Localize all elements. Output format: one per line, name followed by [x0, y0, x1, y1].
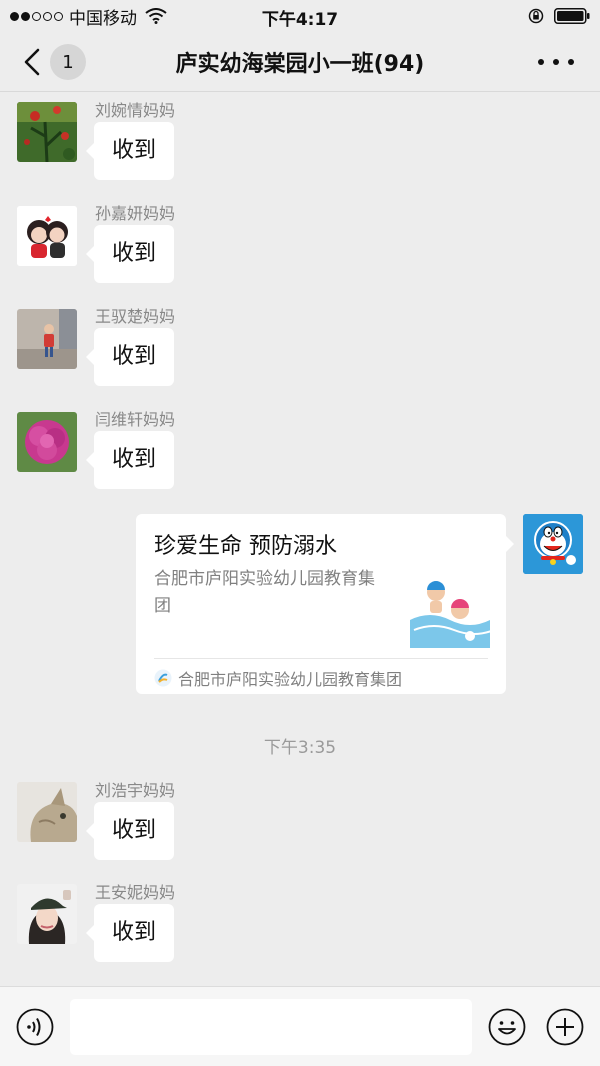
article-source: 合肥市庐阳实验幼儿园教育集团	[154, 666, 402, 690]
chevron-left-icon	[24, 48, 40, 76]
plus-icon[interactable]	[546, 1008, 584, 1046]
sender-name: 刘浩宇妈妈	[95, 781, 176, 800]
message-bubble[interactable]: 收到	[85, 431, 175, 489]
avatar[interactable]	[17, 206, 77, 266]
message-bubble[interactable]: 收到	[85, 802, 175, 860]
avatar[interactable]	[17, 412, 77, 472]
message-bubble[interactable]: 收到	[85, 904, 175, 962]
plant-photo-icon	[17, 102, 77, 162]
battery-icon	[554, 8, 590, 24]
input-bar	[0, 986, 600, 1066]
child-photo-icon	[17, 309, 77, 369]
avatar[interactable]	[17, 782, 77, 842]
status-time: 下午4:17	[261, 10, 339, 30]
my-avatar[interactable]	[523, 514, 583, 574]
swimming-kids-thumbnail	[410, 570, 490, 648]
status-bar: 中国移动 下午4:17	[0, 0, 600, 32]
avatar[interactable]	[17, 102, 77, 162]
card-divider	[154, 658, 488, 659]
avatar[interactable]	[17, 884, 77, 944]
sender-name: 刘婉情妈妈	[95, 101, 176, 120]
more-dot	[553, 59, 559, 65]
peony-flower-icon	[17, 412, 77, 472]
time-divider: 下午3:35	[263, 738, 337, 758]
back-button[interactable]: 1	[22, 43, 102, 81]
emoji-icon[interactable]	[488, 1008, 526, 1046]
shared-article-card[interactable]: 珍爱生命 预防溺水 合肥市庐阳实验幼儿园教育集团 合肥市庐阳实验幼儿园教育集团	[136, 514, 514, 694]
more-dot	[538, 59, 544, 65]
rotation-lock-icon	[528, 8, 544, 24]
chat-header: 1 庐实幼海棠园小一班(94)	[0, 32, 600, 92]
cartoon-couple-icon	[17, 206, 77, 266]
sender-name: 王安妮妈妈	[95, 883, 176, 902]
message-bubble[interactable]: 收到	[85, 225, 175, 283]
sender-name: 孙嘉妍妈妈	[95, 204, 176, 223]
source-name: 合肥市庐阳实验幼儿园教育集团	[178, 670, 403, 689]
woman-cap-photo-icon	[17, 884, 77, 944]
unread-count-badge: 1	[50, 44, 86, 80]
sender-name: 闫维轩妈妈	[95, 410, 176, 429]
voice-input-icon[interactable]	[16, 1008, 54, 1046]
more-dot	[568, 59, 574, 65]
doraemon-icon	[523, 514, 583, 574]
more-options-button[interactable]	[538, 52, 574, 72]
sender-name: 王驭楚妈妈	[95, 307, 176, 326]
article-description: 合肥市庐阳实验幼儿园教育集团	[154, 569, 375, 616]
avatar[interactable]	[17, 309, 77, 369]
status-right	[528, 6, 590, 26]
message-bubble[interactable]: 收到	[85, 328, 175, 386]
message-bubble[interactable]: 收到	[85, 122, 175, 180]
message-input[interactable]	[70, 999, 472, 1055]
chat-title: 庐实幼海棠园小一班(94)	[175, 52, 425, 77]
cat-photo-icon	[17, 782, 77, 842]
source-logo-icon	[154, 669, 172, 687]
article-title: 珍爱生命 预防溺水	[154, 534, 337, 559]
